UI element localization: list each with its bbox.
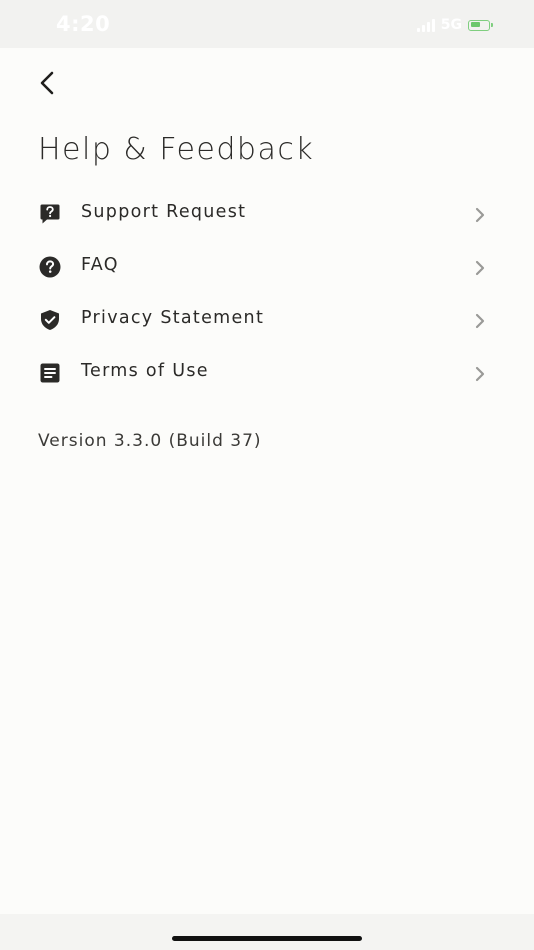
battery-icon <box>468 19 493 31</box>
document-icon <box>40 363 60 383</box>
network-label: 5G <box>440 17 462 33</box>
menu-item-label: Terms of Use <box>81 361 209 381</box>
status-bar: 4:20 5G <box>0 0 534 48</box>
page-title: Help & Feedback <box>38 132 315 167</box>
signal-icon <box>416 18 435 32</box>
chevron-right-icon <box>475 207 485 223</box>
status-time: 4:20 <box>56 12 111 36</box>
menu-item-label: Privacy Statement <box>81 308 265 328</box>
chevron-right-icon <box>475 260 485 276</box>
home-indicator[interactable] <box>172 936 362 941</box>
menu-item-faq[interactable]: FAQ <box>0 240 534 293</box>
help-menu-list: Support Request FAQ Privacy Statement Te… <box>0 187 534 399</box>
support-request-icon <box>40 204 60 224</box>
chevron-right-icon <box>475 366 485 382</box>
shield-check-icon <box>41 310 59 330</box>
version-text: Version 3.3.0 (Build 37) <box>38 431 262 451</box>
menu-item-label: Support Request <box>81 202 247 222</box>
menu-item-support-request[interactable]: Support Request <box>0 187 534 240</box>
menu-item-label: FAQ <box>81 255 119 275</box>
chevron-right-icon <box>475 313 485 329</box>
menu-item-privacy-statement[interactable]: Privacy Statement <box>0 293 534 346</box>
status-indicators: 5G <box>416 17 493 33</box>
menu-item-terms-of-use[interactable]: Terms of Use <box>0 346 534 399</box>
chevron-left-icon <box>40 71 54 95</box>
question-circle-icon <box>39 256 61 278</box>
back-button[interactable] <box>30 66 64 100</box>
home-bar <box>0 914 534 950</box>
